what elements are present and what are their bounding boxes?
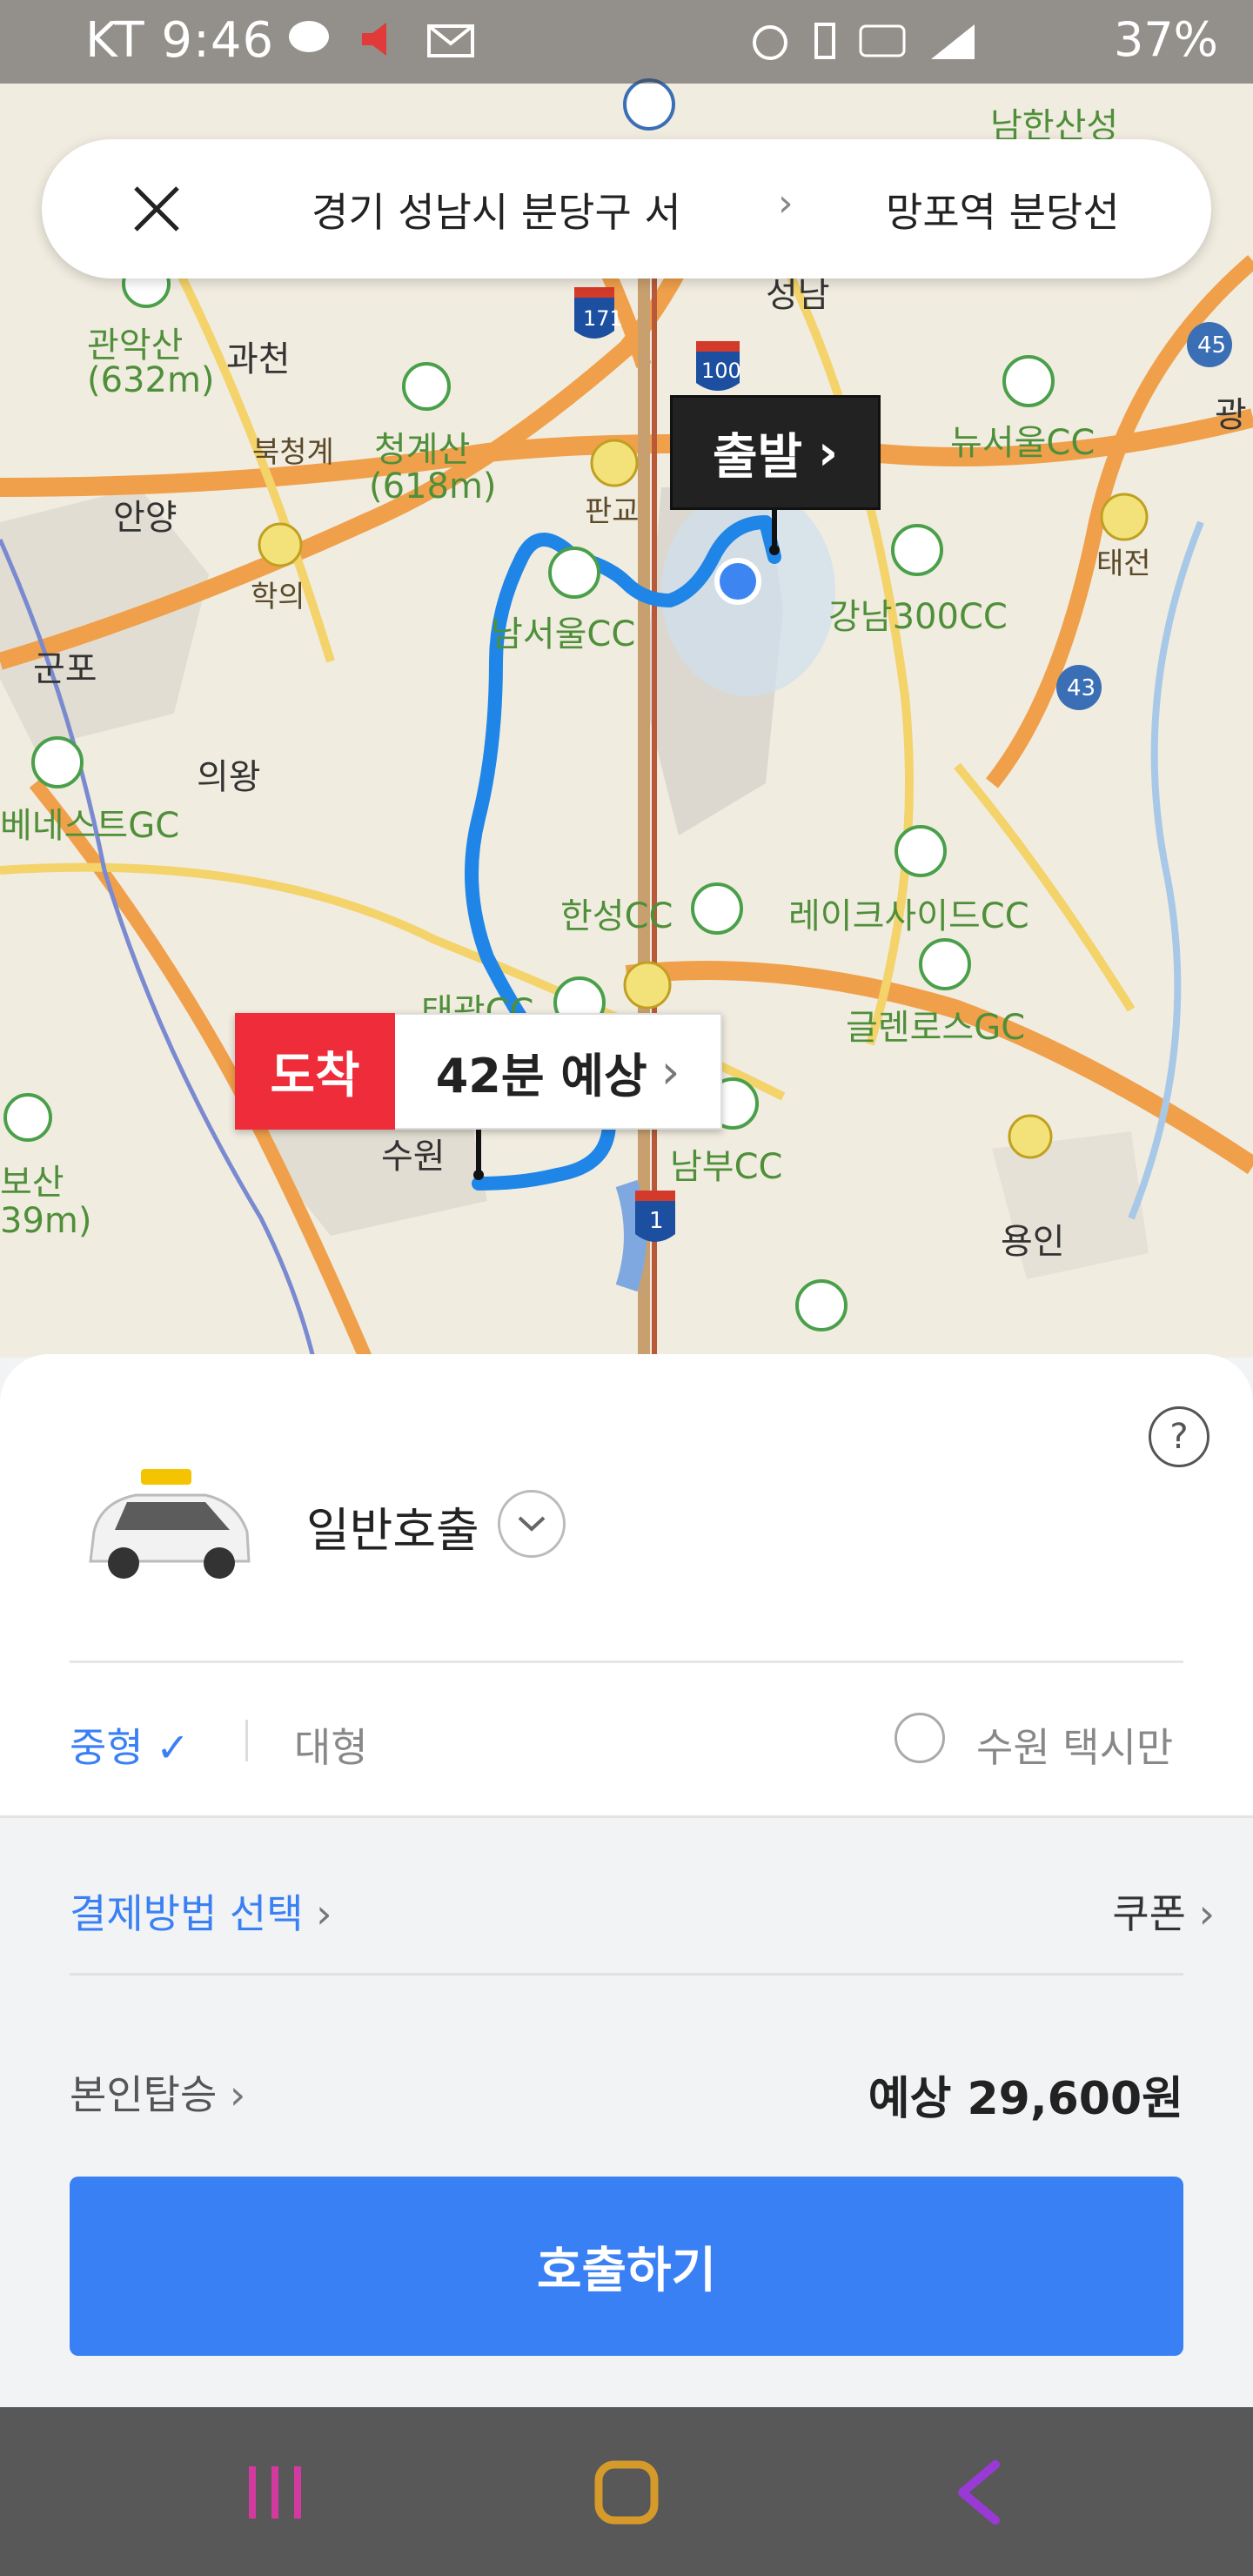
chevron-down-icon bbox=[518, 1516, 546, 1532]
call-type-label[interactable]: 일반호출 bbox=[306, 1492, 479, 1560]
payment-method-link[interactable]: 결제방법 선택 › bbox=[70, 1882, 332, 1940]
depart-label: 출발 bbox=[712, 428, 802, 486]
battery-level: 37% bbox=[1113, 12, 1218, 67]
map-label: 판교 bbox=[585, 494, 640, 529]
map-label: 과천 bbox=[226, 339, 291, 379]
map-label: 수원 bbox=[381, 1137, 446, 1177]
suwon-only-label[interactable]: 수원 택시만 bbox=[976, 1716, 1173, 1774]
coupon-link[interactable]: 쿠폰 › bbox=[1112, 1882, 1215, 1940]
road-number: 171 bbox=[583, 306, 623, 331]
route-search-bar[interactable]: 경기 성남시 분당구 서 › 망포역 분당선 bbox=[42, 139, 1211, 278]
map-label: 글렌로스GC bbox=[846, 1008, 1026, 1048]
chevron-right-icon: › bbox=[1198, 1890, 1215, 1937]
call-type-dropdown[interactable] bbox=[498, 1490, 566, 1558]
map-label: 청계산 bbox=[374, 430, 471, 470]
back-icon[interactable] bbox=[940, 2458, 1018, 2527]
help-icon[interactable]: ? bbox=[1149, 1406, 1209, 1467]
road-number: 100 bbox=[701, 359, 741, 383]
map-label: 베네스트GC bbox=[0, 806, 180, 846]
payment-section: 결제방법 선택 › 쿠폰 › 본인탑승 › 예상 29,600원 호출하기 bbox=[0, 1815, 1253, 2410]
map-label: 한성CC bbox=[560, 896, 673, 936]
talk-icon bbox=[289, 21, 329, 52]
map-label: 의왕 bbox=[197, 757, 261, 797]
hd-icon bbox=[859, 24, 906, 57]
destination-field[interactable]: 망포역 분당선 bbox=[886, 181, 1120, 238]
status-bar: KT 9:46 37% bbox=[0, 0, 1253, 84]
road-number: 45 bbox=[1197, 332, 1227, 359]
map-label: 39m) bbox=[0, 1201, 92, 1241]
vibrate-icon bbox=[814, 23, 835, 59]
size-option-midsize[interactable]: 중형 ✓ bbox=[70, 1716, 190, 1774]
mute-icon bbox=[362, 23, 386, 56]
map-label: 안양 bbox=[113, 498, 178, 538]
mail-icon bbox=[427, 24, 474, 57]
map-label: 북청계 bbox=[252, 435, 334, 470]
payment-label: 결제방법 선택 bbox=[70, 1890, 304, 1937]
chevron-right-icon: › bbox=[316, 1890, 332, 1937]
map-label: (618m) bbox=[369, 466, 497, 506]
home-icon[interactable] bbox=[588, 2458, 667, 2527]
taxi-icon bbox=[89, 1469, 251, 1579]
road-number: 1 bbox=[649, 1208, 664, 1234]
chevron-right-icon: › bbox=[778, 181, 794, 225]
divider bbox=[245, 1720, 248, 1761]
map-label: 뉴서울CC bbox=[950, 423, 1096, 463]
estimated-fare: 예상 29,600원 bbox=[868, 2073, 1183, 2125]
map-label: 학의 bbox=[251, 580, 305, 614]
divider bbox=[70, 1973, 1183, 1976]
map-label: 광 bbox=[1215, 395, 1247, 435]
call-taxi-button[interactable]: 호출하기 bbox=[70, 2177, 1183, 2356]
suwon-only-radio[interactable] bbox=[895, 1713, 945, 1763]
lte-signal-icon bbox=[931, 24, 975, 59]
map-label: (632m) bbox=[87, 360, 215, 400]
alarm-icon bbox=[753, 25, 787, 60]
map-label: 보산 bbox=[0, 1163, 64, 1203]
map-label: 남서울CC bbox=[491, 614, 636, 654]
arrive-marker[interactable]: 도착 42분 예상 › bbox=[235, 1013, 722, 1130]
system-icons bbox=[748, 19, 983, 63]
map-label: 남부CC bbox=[670, 1147, 783, 1187]
road-number: 43 bbox=[1067, 675, 1096, 701]
origin-field[interactable]: 경기 성남시 분당구 서 bbox=[312, 181, 681, 238]
depart-marker[interactable]: 출발 › bbox=[670, 395, 881, 510]
chevron-right-icon: › bbox=[817, 424, 839, 481]
notification-icons bbox=[287, 19, 475, 59]
carrier-time: KT 9:46 bbox=[85, 12, 275, 69]
map-label: 용인 bbox=[1001, 1222, 1065, 1262]
chevron-right-icon: › bbox=[229, 2071, 246, 2118]
map-label: 군포 bbox=[33, 649, 97, 689]
size-option-large[interactable]: 대형 bbox=[294, 1716, 368, 1774]
recent-apps-icon[interactable] bbox=[237, 2458, 315, 2527]
self-ride-label: 본인탑승 bbox=[70, 2071, 218, 2118]
call-panel: ? 일반호출 중형 ✓ 대형 수원 택시만 결제방법 선택 › 쿠폰 › 본인탑… bbox=[0, 1354, 1253, 2410]
eta-label: 42분 예상 bbox=[435, 1048, 647, 1104]
map-label: 레이크사이드CC bbox=[788, 896, 1029, 936]
arrive-label: 도착 bbox=[235, 1013, 395, 1130]
self-ride-link[interactable]: 본인탑승 › bbox=[70, 2063, 245, 2121]
divider bbox=[70, 1660, 1183, 1663]
map-label: 태전 bbox=[1096, 547, 1151, 581]
eta-box: 42분 예상 › bbox=[395, 1013, 722, 1130]
coupon-label: 쿠폰 bbox=[1112, 1890, 1186, 1937]
map-label: 강남300CC bbox=[828, 597, 1008, 637]
check-icon: ✓ bbox=[156, 1724, 190, 1771]
chevron-right-icon: › bbox=[660, 1043, 680, 1099]
size-mid-label: 중형 bbox=[70, 1724, 144, 1771]
close-icon[interactable] bbox=[129, 181, 184, 237]
android-nav-bar bbox=[0, 2407, 1253, 2576]
